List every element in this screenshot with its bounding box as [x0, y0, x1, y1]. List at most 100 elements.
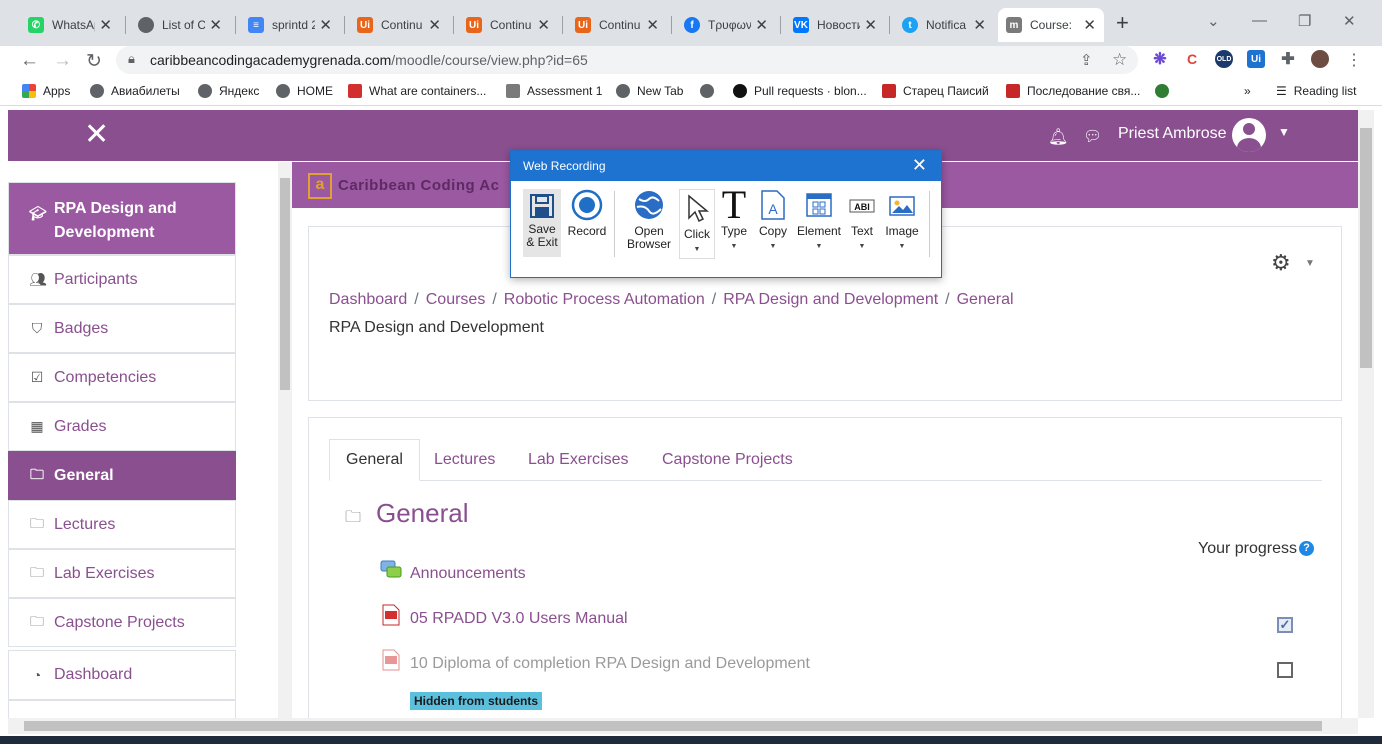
close-icon[interactable]: ✕ [1083, 16, 1096, 34]
restore-button[interactable]: ❐ [1298, 12, 1311, 30]
activity-users-manual[interactable]: 05 RPADD V3.0 Users Manual [410, 610, 628, 628]
record-button[interactable]: Record [567, 189, 607, 238]
browser-tab[interactable]: VK Новости ✕ [785, 8, 885, 42]
sidebar-item-badges[interactable]: ⛉ Badges [8, 304, 236, 353]
extension-icon[interactable]: ❋ [1151, 50, 1169, 68]
dropdown-arrow-icon[interactable]: ▼ [755, 240, 791, 253]
browser-tab[interactable]: Ui Continu ✕ [567, 8, 667, 42]
sidebar-item-participants[interactable]: 👥︎ Participants [8, 255, 236, 304]
tab-general[interactable]: General [329, 439, 420, 481]
bookmark-item[interactable] [700, 84, 721, 98]
type-button[interactable]: T Type ▼ [719, 189, 749, 253]
save-exit-button[interactable]: Save & Exit [523, 189, 561, 257]
sidebar-item-partial[interactable] [8, 700, 236, 718]
sidebar-item-lectures[interactable]: 🗀 Lectures [8, 500, 236, 549]
chat-icon[interactable]: 💬︎ [1083, 127, 1102, 145]
dropdown-arrow-icon[interactable]: ▼ [719, 240, 749, 253]
close-icon[interactable]: ✕ [319, 16, 332, 34]
close-icon[interactable]: ✕ [537, 16, 550, 34]
dropdown-arrow-icon[interactable]: ▼ [847, 240, 877, 253]
bookmark-item[interactable]: HOME [276, 84, 333, 98]
dropdown-arrow-icon[interactable]: ▼ [881, 240, 923, 253]
close-icon[interactable]: ✕ [864, 16, 877, 34]
activity-diploma[interactable]: 10 Diploma of completion RPA Design and … [410, 655, 810, 673]
activity-announcements[interactable]: Announcements [410, 565, 526, 583]
sidebar-item-capstone-projects[interactable]: 🗀 Capstone Projects [8, 598, 236, 647]
close-drawer-icon[interactable]: ✕ [84, 120, 109, 150]
browser-tab[interactable]: ≡ sprintd 2 ✕ [240, 8, 340, 42]
sidebar-item-general[interactable]: 🗀 General [8, 451, 236, 500]
text-button[interactable]: ABI Text ▼ [847, 189, 877, 253]
tab-search-icon[interactable]: ⌄ [1207, 12, 1220, 30]
share-icon[interactable]: ⇪ [1080, 51, 1093, 69]
browser-tab[interactable]: f Τρυφων ✕ [676, 8, 776, 42]
breadcrumb-courses[interactable]: Courses [426, 291, 486, 308]
sidebar-item-competencies[interactable]: ☑ Competencies [8, 353, 236, 402]
completion-checkbox[interactable] [1277, 662, 1293, 678]
uipath-extension-icon[interactable]: Ui [1247, 50, 1265, 68]
click-button[interactable]: Click ▼ [679, 189, 715, 259]
tab-capstone-projects[interactable]: Capstone Projects [646, 439, 809, 481]
puzzle-icon[interactable]: ✚ [1279, 50, 1297, 68]
kebab-menu-icon[interactable]: ⋮ [1346, 50, 1362, 70]
lock-icon[interactable]: 🔒︎ [128, 51, 135, 67]
bookmark-item[interactable]: Яндекс [198, 84, 259, 98]
close-icon[interactable]: ✕ [209, 16, 222, 34]
bookmark-item[interactable]: Авиабилеты [90, 84, 180, 98]
bookmark-item[interactable]: Pull requests · blon... [733, 84, 867, 98]
tab-lab-exercises[interactable]: Lab Exercises [512, 439, 645, 481]
bookmark-item[interactable]: Старец Паисий [882, 84, 989, 98]
browser-tab[interactable]: Ui Continu ✕ [458, 8, 558, 42]
browser-tab[interactable]: Ui Continu ✕ [349, 8, 449, 42]
close-icon[interactable]: ✕ [99, 16, 112, 34]
more-bookmarks-icon[interactable]: » [1244, 84, 1251, 98]
back-icon[interactable]: ← [20, 50, 39, 72]
breadcrumb-section[interactable]: General [957, 291, 1014, 308]
chevron-down-icon[interactable]: ▼ [1305, 258, 1315, 269]
browser-tab[interactable]: List of Co✕ [130, 8, 230, 42]
reload-icon[interactable]: ↻ [86, 50, 102, 73]
extension-icon[interactable]: C [1183, 50, 1201, 68]
browser-tab-active[interactable]: m Course: ✕ [998, 8, 1104, 42]
extension-icon[interactable]: OLD [1215, 50, 1233, 68]
sidebar-item-course[interactable]: 🎓︎ RPA Design and Development [8, 182, 236, 255]
url-text[interactable]: caribbeancodingacademygrenada.com/moodle… [150, 52, 588, 68]
sidebar-item-grades[interactable]: ▦ Grades [8, 402, 236, 451]
profile-avatar-icon[interactable] [1311, 50, 1329, 68]
forward-icon[interactable]: → [53, 50, 72, 72]
completion-checkbox-checked[interactable]: ✓ [1277, 617, 1293, 633]
sidebar-item-lab-exercises[interactable]: 🗀 Lab Exercises [8, 549, 236, 598]
browser-tab[interactable]: ✆ WhatsApp ✕ [20, 8, 120, 42]
bookmark-item[interactable]: New Tab [616, 84, 683, 98]
dropdown-arrow-icon[interactable]: ▼ [680, 243, 714, 256]
close-icon[interactable]: ✕ [646, 16, 659, 34]
dropdown-arrow-icon[interactable]: ▼ [795, 240, 843, 253]
breadcrumb-course[interactable]: RPA Design and Development [723, 291, 938, 308]
bookmark-item[interactable]: Последование свя... [1006, 84, 1140, 98]
browser-tab[interactable]: t Notifica ✕ [894, 8, 994, 42]
help-icon[interactable]: ? [1299, 541, 1315, 557]
sidebar-item-dashboard[interactable]: ◔ Dashboard [8, 650, 236, 700]
avatar[interactable] [1232, 118, 1266, 152]
recorder-titlebar[interactable]: Web Recording ✕ [511, 151, 941, 181]
page-scroll-thumb[interactable] [1360, 128, 1372, 368]
close-icon[interactable]: ✕ [428, 16, 441, 34]
chevron-down-icon[interactable]: ▼ [1278, 125, 1290, 139]
close-icon[interactable]: ✕ [912, 155, 927, 176]
reading-list-button[interactable]: ☰ Reading list [1276, 84, 1356, 98]
bell-icon[interactable]: 🔔︎ [1048, 127, 1068, 147]
bookmark-item[interactable]: What are containers... [348, 84, 486, 98]
tab-lectures[interactable]: Lectures [418, 439, 511, 481]
close-icon[interactable]: ✕ [973, 16, 986, 34]
image-button[interactable]: Image ▼ [881, 189, 923, 253]
element-button[interactable]: Element ▼ [795, 189, 843, 253]
close-icon[interactable]: ✕ [755, 16, 768, 34]
bookmark-item[interactable] [1155, 84, 1176, 98]
breadcrumb-category[interactable]: Robotic Process Automation [504, 291, 705, 308]
sidebar-scroll-thumb[interactable] [280, 178, 290, 390]
user-name[interactable]: Priest Ambrose [1118, 125, 1226, 143]
new-tab-button[interactable]: + [1116, 12, 1129, 34]
bookmark-apps[interactable]: Apps [22, 84, 70, 98]
open-browser-button[interactable]: Open Browser [621, 189, 677, 251]
gear-icon[interactable]: ⚙ [1271, 250, 1291, 276]
